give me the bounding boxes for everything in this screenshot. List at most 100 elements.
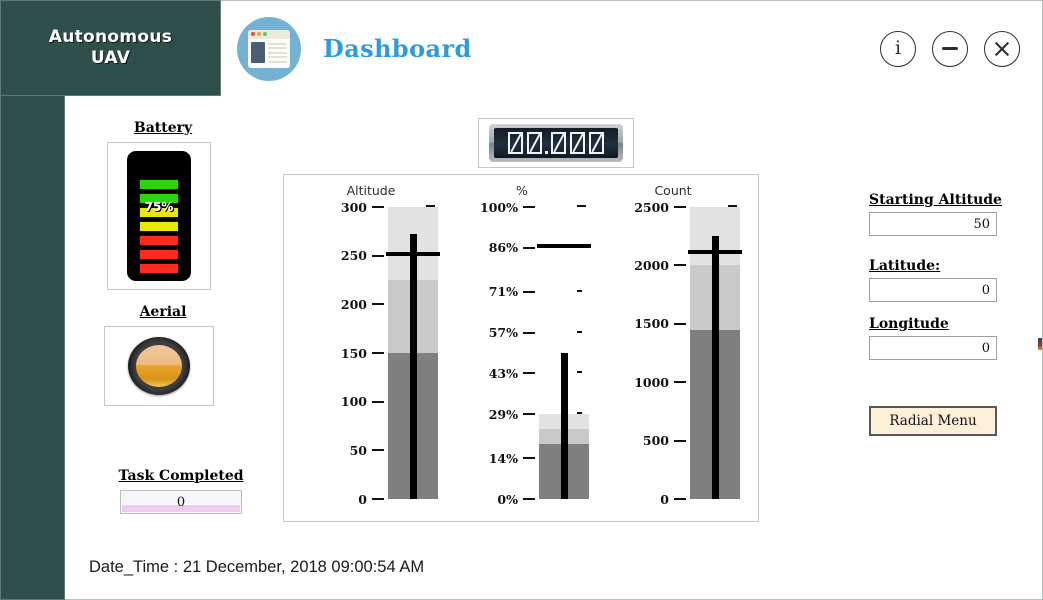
- page-title: Dashboard: [323, 34, 472, 63]
- battery-gauge: Battery 75%: [103, 120, 223, 290]
- axis-tick-label: 14%: [488, 450, 518, 466]
- axis-tick-mark: [372, 254, 384, 257]
- axis-tick-mark: [523, 206, 535, 208]
- axis-tick-label: 71%: [488, 284, 518, 300]
- brand-block: Autonomous UAV: [0, 0, 221, 96]
- axis-tick-label: 300: [340, 199, 367, 215]
- aerial-label: Aerial: [139, 304, 187, 320]
- axis-tick-mark: [523, 246, 535, 249]
- gauge-bar-track: [537, 207, 591, 499]
- aerial-led[interactable]: [128, 337, 190, 395]
- aerial-indicator: Aerial: [103, 304, 223, 406]
- digital-counter-display: [494, 128, 618, 158]
- axis-tick-label: 50: [349, 442, 367, 458]
- axis-tick-mark: [674, 439, 686, 442]
- window-controls: i: [880, 30, 1020, 67]
- axis-tick-label: 500: [642, 433, 669, 449]
- axis-tick-mark: [674, 322, 686, 325]
- gauge-title: %: [516, 183, 528, 198]
- axis-tick-mark: [674, 264, 686, 267]
- gauge-plot: 0 500 1000 1500 2000 2500: [598, 200, 748, 507]
- counter-digit: [550, 131, 567, 155]
- gauge-bar-track: [386, 207, 440, 499]
- axis-tick-label: 0: [358, 491, 367, 507]
- task-completed-value: 0: [176, 494, 186, 510]
- axis-tick-label: 0%: [497, 491, 518, 507]
- battery-cell: [139, 207, 179, 218]
- axis-tick-label: 2000: [634, 257, 669, 273]
- gauge-marker: [537, 243, 591, 248]
- counter-digit: [526, 131, 543, 155]
- longitude-input[interactable]: 0: [869, 336, 997, 360]
- axis-tick-label: 100%: [480, 199, 518, 215]
- axis-tick-label: 43%: [488, 365, 518, 381]
- gauge-axis: 0 500 1000 1500 2000 2500: [598, 200, 686, 507]
- scrollbar-nub[interactable]: [1038, 338, 1042, 350]
- dashboard-icon-titlebar: [248, 29, 290, 39]
- axis-tick-mark: [372, 498, 384, 500]
- main-content: Battery 75% Aerial Task Completed 0 Alti…: [65, 96, 1043, 600]
- dashboard-icon-dot-orange: [257, 32, 261, 36]
- axis-tick-mark: [523, 372, 535, 375]
- radial-menu-button[interactable]: Radial Menu: [869, 406, 997, 436]
- axis-tick-mark: [674, 381, 686, 384]
- dashboard-icon-dot-red: [251, 32, 255, 36]
- brand-title-line1: Autonomous: [48, 26, 173, 47]
- battery-cell: [139, 179, 179, 190]
- latitude-label: Latitude:: [869, 258, 941, 274]
- task-completed-label: Task Completed: [118, 468, 244, 484]
- axis-tick-label: 86%: [488, 240, 518, 256]
- battery-cell: [139, 193, 179, 204]
- dashboard-icon-panel: [251, 41, 265, 63]
- axis-tick-mark: [523, 413, 535, 416]
- counter-decimal-point: [545, 151, 548, 154]
- counter-digit: [588, 131, 605, 155]
- header-bar: Dashboard i: [221, 0, 1043, 96]
- left-sidebar-rail: [0, 96, 65, 600]
- minimize-button[interactable]: [932, 30, 968, 67]
- axis-tick-mark: [372, 352, 384, 354]
- gauge-marker: [386, 251, 440, 256]
- starting-altitude-input[interactable]: 50: [869, 212, 997, 236]
- battery-body: 75%: [127, 151, 191, 281]
- gauge-column: Count 0 500 1000 1500 2000 2500: [598, 175, 748, 521]
- battery-cell: [139, 263, 179, 274]
- axis-tick-mark: [523, 457, 535, 460]
- gauge-axis: 0% 14% 29% 43% 57% 71% 86% 100%: [447, 200, 535, 507]
- axis-tick-label: 57%: [488, 325, 518, 341]
- datetime-status: Date_Time : 21 December, 2018 09:00:54 A…: [89, 558, 425, 576]
- digital-counter-frame: [478, 118, 634, 168]
- task-completed-group: Task Completed 0: [101, 468, 261, 514]
- info-button[interactable]: i: [880, 30, 916, 67]
- battery-cell: [139, 221, 179, 232]
- aerial-led-inner: [136, 345, 182, 387]
- axis-tick-label: 1500: [634, 316, 669, 332]
- parameters-form: Starting Altitude 50 Latitude: 0 Longitu…: [869, 192, 1009, 360]
- axis-tick-label: 29%: [488, 406, 518, 422]
- task-completed-field: 0: [120, 490, 242, 514]
- gauge-title: Count: [654, 183, 692, 198]
- axis-tick-mark: [372, 400, 384, 403]
- axis-tick-mark: [372, 449, 384, 452]
- dashboard-icon-lines: [268, 42, 287, 63]
- axis-tick-mark: [674, 206, 686, 208]
- battery-cell: [139, 235, 179, 246]
- latitude-input[interactable]: 0: [869, 278, 997, 302]
- axis-tick-label: 250: [340, 248, 367, 264]
- close-button[interactable]: [984, 30, 1020, 67]
- axis-tick-label: 0: [660, 491, 669, 507]
- axis-tick-label: 150: [340, 345, 367, 361]
- axis-tick-mark: [523, 290, 535, 293]
- minimize-icon: [942, 47, 958, 50]
- axis-tick-mark: [523, 331, 535, 334]
- axis-tick-label: 1000: [634, 374, 669, 390]
- gauge-axis: 0 50 100 150 200 250 300: [296, 200, 384, 507]
- brand-title-line2: UAV: [90, 48, 131, 68]
- brand-title: Autonomous UAV: [41, 27, 180, 70]
- digital-counter-bezel: [489, 124, 623, 162]
- dashboard-icon-body: [248, 39, 290, 67]
- dashboard-icon-dot-green: [263, 32, 267, 36]
- battery-cell: [139, 249, 179, 260]
- axis-tick-label: 2500: [634, 199, 669, 215]
- longitude-label: Longitude: [869, 316, 949, 332]
